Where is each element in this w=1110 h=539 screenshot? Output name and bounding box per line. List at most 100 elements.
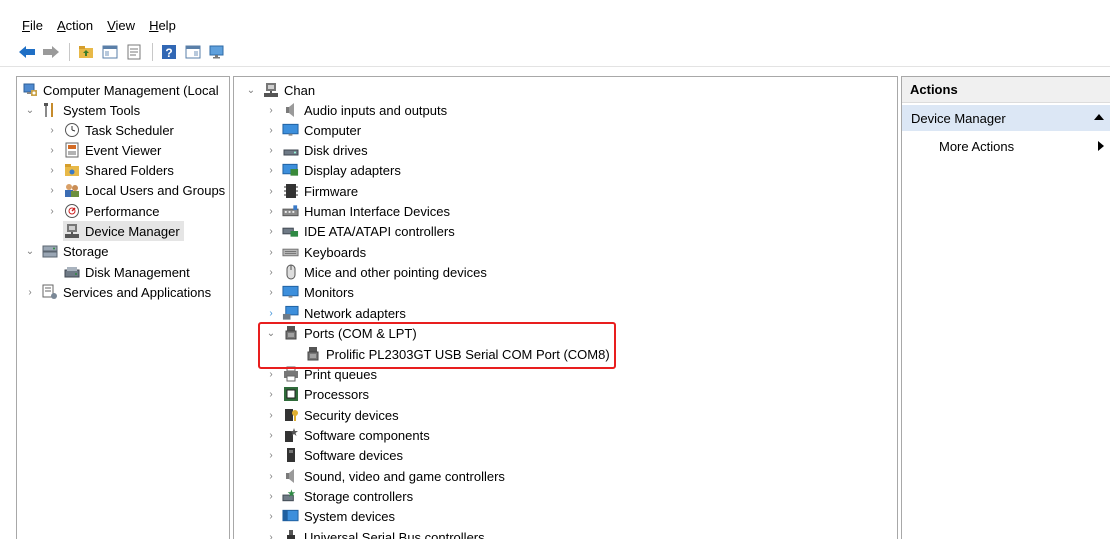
device-category[interactable]: › Human Interface Devices xyxy=(264,201,450,221)
tree-label: System Tools xyxy=(63,102,141,118)
menu-action[interactable]: Action xyxy=(57,18,93,33)
device-category-label: IDE ATA/ATAPI controllers xyxy=(304,223,455,239)
device-category[interactable]: › Universal Serial Bus controllers xyxy=(264,527,485,539)
device-category[interactable]: › Firmware xyxy=(264,181,358,201)
console-tree-icon xyxy=(102,45,118,58)
tree-label: Task Scheduler xyxy=(85,122,174,138)
scan-hardware-button[interactable] xyxy=(206,41,228,63)
tree-label: Disk Management xyxy=(85,264,190,280)
tree-node-device-manager[interactable]: Device Manager xyxy=(63,221,184,241)
chevron-right-icon[interactable]: › xyxy=(264,265,278,279)
chevron-right-icon[interactable]: › xyxy=(264,306,278,320)
tree-node-computer-management[interactable]: Computer Management (Local xyxy=(21,80,219,100)
chevron-right-icon[interactable]: › xyxy=(264,204,278,218)
storage-controller-icon xyxy=(282,488,299,505)
more-actions-item[interactable]: More Actions xyxy=(902,134,1110,158)
chevron-right-icon[interactable]: › xyxy=(264,163,278,177)
chevron-right-icon[interactable]: › xyxy=(264,530,278,539)
actions-header: Actions xyxy=(902,77,1110,103)
chevron-right-icon[interactable]: › xyxy=(264,469,278,483)
device-category[interactable]: › Software components xyxy=(264,425,429,445)
forward-button[interactable] xyxy=(40,41,62,63)
device-category[interactable]: › Computer xyxy=(264,120,361,140)
tree-label: Storage xyxy=(63,243,109,259)
device-category-label: System devices xyxy=(304,508,396,524)
device-category-label: Security devices xyxy=(304,407,399,423)
properties-button[interactable] xyxy=(123,41,145,63)
shared-folder-icon xyxy=(63,162,80,179)
device-category[interactable]: › Sound, video and game controllers xyxy=(264,466,505,486)
show-hide-tree-button[interactable] xyxy=(99,41,121,63)
chevron-right-icon[interactable]: › xyxy=(264,509,278,523)
tree-node-services-applications[interactable]: › Services and Applications xyxy=(23,282,211,302)
tree-label: Services and Applications xyxy=(63,284,212,300)
chevron-right-icon[interactable]: › xyxy=(264,143,278,157)
properties-icon xyxy=(127,44,141,59)
device-category[interactable]: › Software devices xyxy=(264,445,403,465)
back-button[interactable] xyxy=(16,41,38,63)
tree-node-storage[interactable]: ⌄ Storage xyxy=(23,241,109,261)
device-category[interactable]: › Network adapters xyxy=(264,303,406,323)
storage-icon xyxy=(41,243,58,260)
device-category[interactable]: › Storage controllers xyxy=(264,486,413,506)
device-category-label: Sound, video and game controllers xyxy=(304,468,505,484)
tree-label: Local Users and Groups xyxy=(85,182,226,198)
tree-node-disk-management[interactable]: Disk Management xyxy=(63,262,190,282)
computer-tree-icon xyxy=(262,82,279,99)
action-pane-button[interactable] xyxy=(182,41,204,63)
device-category[interactable]: › Disk drives xyxy=(264,140,367,160)
menu-file[interactable]: File xyxy=(22,18,43,33)
chevron-right-icon[interactable]: › xyxy=(264,103,278,117)
chevron-right-icon[interactable]: › xyxy=(264,448,278,462)
chevron-right-icon[interactable]: › xyxy=(264,428,278,442)
tree-node-task-scheduler[interactable]: › Task Scheduler xyxy=(45,120,174,140)
chevron-right-icon[interactable]: › xyxy=(264,408,278,422)
chevron-right-icon[interactable]: › xyxy=(264,245,278,259)
tree-node-shared-folders[interactable]: › Shared Folders xyxy=(45,160,174,180)
chevron-right-icon[interactable]: › xyxy=(264,285,278,299)
device-category-label: Monitors xyxy=(304,284,354,300)
device-category[interactable]: › IDE ATA/ATAPI controllers xyxy=(264,221,455,241)
chevron-down-icon[interactable]: ⌄ xyxy=(23,103,37,117)
chevron-down-icon[interactable]: ⌄ xyxy=(244,83,258,97)
chevron-right-icon[interactable]: › xyxy=(45,143,59,157)
chevron-right-icon[interactable]: › xyxy=(264,367,278,381)
clock-icon xyxy=(63,122,80,139)
chevron-right-icon[interactable]: › xyxy=(45,204,59,218)
tree-node-system-tools[interactable]: ⌄ System Tools xyxy=(23,100,140,120)
device-category[interactable]: › Display adapters xyxy=(264,160,401,180)
menu-view[interactable]: View xyxy=(107,18,135,33)
collapse-up-icon[interactable] xyxy=(1094,114,1104,120)
tools-icon xyxy=(41,102,58,119)
chevron-right-icon[interactable]: › xyxy=(45,123,59,137)
device-category[interactable]: › Mice and other pointing devices xyxy=(264,262,487,282)
device-category[interactable]: › Monitors xyxy=(264,282,354,302)
chevron-right-icon[interactable]: › xyxy=(264,184,278,198)
chevron-right-icon[interactable]: › xyxy=(23,285,37,299)
chevron-right-icon[interactable]: › xyxy=(264,224,278,238)
tree-node-local-users-groups[interactable]: › Local Users and Groups xyxy=(45,180,225,200)
device-category[interactable]: › System devices xyxy=(264,506,395,526)
speaker-icon xyxy=(282,102,299,119)
help-button[interactable]: ? xyxy=(158,41,180,63)
device-category[interactable]: › Keyboards xyxy=(264,242,366,262)
device-category[interactable]: › Processors xyxy=(264,384,369,404)
chevron-right-icon[interactable]: › xyxy=(264,489,278,503)
actions-section-device-manager[interactable]: Device Manager xyxy=(902,105,1110,131)
menu-help[interactable]: Help xyxy=(149,18,176,33)
chevron-right-icon[interactable]: › xyxy=(45,183,59,197)
tree-node-performance[interactable]: › Performance xyxy=(45,201,159,221)
chevron-right-icon[interactable]: › xyxy=(264,123,278,137)
up-level-button[interactable] xyxy=(75,41,97,63)
toolbar-separator xyxy=(69,42,70,61)
device-manager-icon xyxy=(63,223,80,240)
device-tree-root[interactable]: ⌄ Chan xyxy=(244,80,315,100)
tree-label: Event Viewer xyxy=(85,142,162,158)
chevron-right-icon[interactable]: › xyxy=(45,163,59,177)
device-category[interactable]: › Audio inputs and outputs xyxy=(264,100,447,120)
device-tree-root-label: Chan xyxy=(284,82,316,98)
chevron-right-icon[interactable]: › xyxy=(264,387,278,401)
chevron-down-icon[interactable]: ⌄ xyxy=(23,244,37,258)
device-category[interactable]: › Security devices xyxy=(264,405,399,425)
tree-node-event-viewer[interactable]: › Event Viewer xyxy=(45,140,161,160)
